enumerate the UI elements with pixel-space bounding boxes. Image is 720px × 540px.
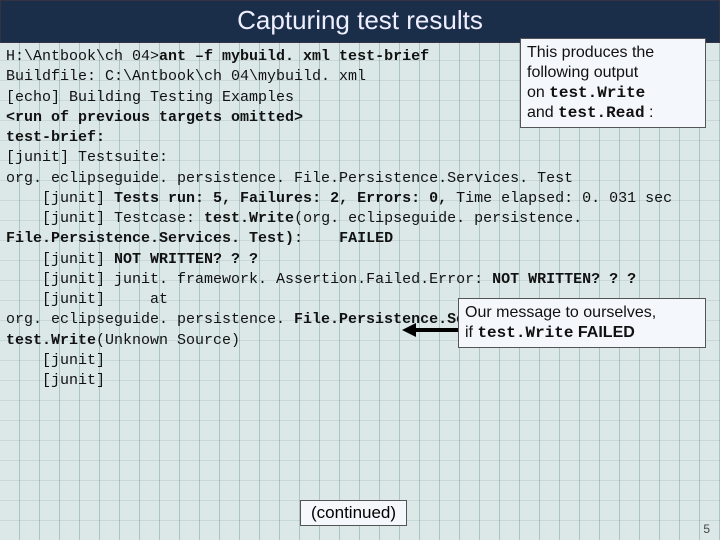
- callout-line: :: [645, 104, 654, 121]
- term-line: Tests run: 5, Failures: 2, Errors: 0,: [114, 190, 456, 207]
- term-line: [junit]: [6, 271, 114, 288]
- term-line: H:\Antbook\ch 04>: [6, 48, 159, 65]
- callout-line: and: [527, 104, 558, 121]
- term-line: Time elapsed: 0. 031 sec: [456, 190, 672, 207]
- term-line: [junit]: [6, 251, 114, 268]
- term-line: [junit]: [6, 351, 714, 371]
- callout-code: test.Read: [558, 104, 644, 122]
- callout-code: test.Write: [549, 84, 645, 102]
- term-line: ant –f mybuild. xml test-brief: [159, 48, 429, 65]
- callout-output: This produces the following output on te…: [520, 38, 706, 128]
- term-line: [junit] Testcase:: [6, 210, 204, 227]
- slide-number: 5: [703, 522, 710, 536]
- term-line: junit. framework. Assertion.Failed.Error…: [114, 271, 492, 288]
- term-line: File.Persistence.Services. Test): [6, 230, 294, 247]
- callout-line: Our message to ourselves,: [465, 304, 656, 321]
- callout-code: test.Write: [477, 324, 573, 342]
- term-line: (Unknown Source): [96, 332, 240, 349]
- term-line: :: [294, 230, 339, 247]
- slide-title: Capturing test results: [0, 0, 720, 43]
- term-line: (org. eclipseguide. persistence.: [294, 210, 582, 227]
- term-line: [junit] Testsuite:: [6, 148, 714, 168]
- term-line: test.Write: [204, 210, 294, 227]
- term-line: org. eclipseguide. persistence. File.Per…: [6, 169, 714, 189]
- term-line: NOT WRITTEN? ? ?: [114, 251, 258, 268]
- callout-line: FAILED: [573, 324, 634, 341]
- term-line: org. eclipseguide. persistence.: [6, 311, 294, 328]
- term-line: test-brief:: [6, 128, 714, 148]
- continued-label: (continued): [300, 500, 407, 526]
- callout-line: if: [465, 324, 477, 341]
- term-line: FAILED: [339, 230, 393, 247]
- term-line: [junit]: [6, 371, 714, 391]
- term-line: NOT WRITTEN? ? ?: [492, 271, 636, 288]
- callout-line: on: [527, 84, 549, 101]
- callout-line: following output: [527, 64, 638, 81]
- callout-message: Our message to ourselves, if test.Write …: [458, 298, 706, 348]
- term-line: [junit]: [6, 190, 114, 207]
- callout-line: This produces the: [527, 44, 654, 61]
